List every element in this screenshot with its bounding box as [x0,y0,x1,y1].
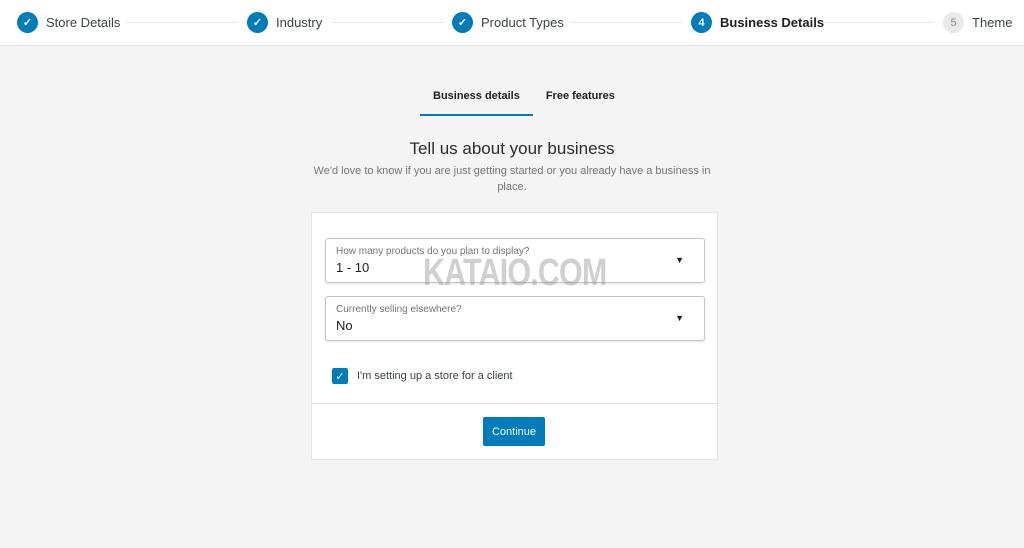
step-theme[interactable]: 5 Theme [943,12,1012,33]
selling-elsewhere-select[interactable]: Currently selling elsewhere? No ▼ [325,296,705,341]
client-store-label[interactable]: I'm setting up a store for a client [357,370,513,382]
caret-down-icon: ▼ [675,313,684,323]
select-value: No [336,318,353,333]
step-product-types[interactable]: ✓ Product Types [452,12,564,33]
step-number: 4 [691,12,712,33]
step-connector [126,22,238,23]
page-title: Tell us about your business [409,139,615,158]
step-industry[interactable]: ✓ Industry [247,12,322,33]
check-icon: ✓ [452,12,473,33]
step-connector [570,22,682,23]
check-icon: ✓ [247,12,268,33]
step-connector [332,22,444,23]
watermark: KATAIO.COM [423,252,607,294]
step-connector [822,22,934,23]
tab-business-details[interactable]: Business details [420,86,533,116]
client-store-checkbox[interactable]: ✓ [332,368,348,384]
tab-free-features[interactable]: Free features [533,86,628,116]
caret-down-icon: ▼ [675,255,684,265]
tab-bar: Business details Free features [420,86,628,116]
step-number: 5 [943,12,964,33]
step-business-details[interactable]: 4 Business Details [691,12,824,33]
check-icon: ✓ [335,370,345,383]
business-details-card: How many products do you plan to display… [311,212,718,460]
continue-button[interactable]: Continue [483,417,545,446]
page-subtitle: We'd love to know if you are just gettin… [313,165,711,193]
step-store-details[interactable]: ✓ Store Details [17,12,120,33]
select-label: Currently selling elsewhere? [336,304,462,315]
setup-stepper: ✓ Store Details ✓ Industry ✓ Product Types … [0,0,1024,46]
select-value: 1 - 10 [336,260,370,275]
check-icon: ✓ [17,12,38,33]
divider [312,403,717,404]
